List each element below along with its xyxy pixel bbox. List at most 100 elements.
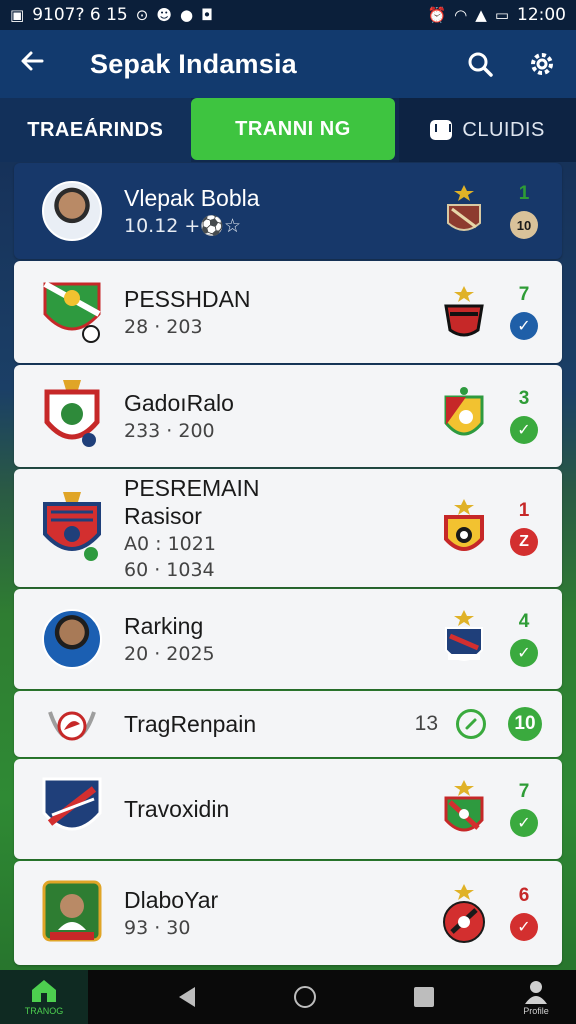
row-sub: A0 : 1021 xyxy=(124,533,216,555)
crest-slot xyxy=(40,877,104,949)
rank-column: 3 ✓ xyxy=(504,388,544,444)
row-info: TragRenpain xyxy=(124,710,415,738)
check-badge[interactable]: ✓ xyxy=(510,312,538,340)
tab-bar: TRAEÁRINDS TRANNI NG CLUIDIS xyxy=(0,98,576,162)
opponent-crest xyxy=(440,183,488,239)
notification-icon: ▣ xyxy=(10,6,25,24)
rank-value: 6 xyxy=(518,885,530,906)
list-item[interactable]: PESSHDAN 28 · 203 7 ✓ xyxy=(14,261,562,363)
status-badge[interactable]: 10 xyxy=(510,211,538,239)
club-crest xyxy=(43,492,101,561)
sync-icon: ⊙ xyxy=(135,6,149,24)
row-name: PESREMAIN xyxy=(124,475,260,501)
game-icon: ☻ xyxy=(156,6,172,24)
home-tab[interactable]: TRANOG xyxy=(0,970,88,1024)
tab-training[interactable]: TRANNI NG xyxy=(190,98,396,160)
clubs-icon xyxy=(430,120,453,140)
row-sub: 93 · 30 xyxy=(124,917,191,939)
row-name: PESSHDAN xyxy=(124,286,251,312)
search-icon[interactable] xyxy=(464,48,496,80)
club-crest xyxy=(42,777,102,831)
alarm-icon: ⏰ xyxy=(427,6,447,24)
app-actions xyxy=(464,48,558,80)
rank-column: 1 10 xyxy=(504,183,544,239)
rank-value: 7 xyxy=(518,781,530,802)
profile-tab[interactable]: Profile xyxy=(522,978,550,1016)
row-sub: 28 · 203 xyxy=(124,316,203,338)
rank-value: 1 xyxy=(518,500,530,521)
pending-ring-icon[interactable] xyxy=(456,709,486,739)
player-avatar xyxy=(42,181,102,241)
check-badge[interactable]: ✓ xyxy=(510,809,538,837)
list-item[interactable]: TragRenpain 13 10 xyxy=(14,691,562,757)
status-right: ⏰ ◠ ▲ ▭ 12:00 xyxy=(427,5,566,25)
ball-icon: ● xyxy=(179,6,194,24)
row-name: Travoxidin xyxy=(124,796,230,822)
check-badge[interactable]: ✓ xyxy=(510,913,538,941)
list-item[interactable]: Travoxidin 7 ✓ xyxy=(14,759,562,859)
page-title: Sepak Indamsia xyxy=(90,48,297,79)
home-label: TRANOG xyxy=(24,1006,64,1016)
row-name: Vlepak Bobla xyxy=(124,185,260,211)
row-sub: 20 · 2025 xyxy=(124,643,215,665)
check-badge[interactable]: ✓ xyxy=(510,639,538,667)
tab-treatments[interactable]: TRAEÁRINDS xyxy=(0,98,191,162)
crest-slot xyxy=(40,696,104,752)
status-left-text: 9107? 6 15 xyxy=(32,5,128,25)
club-crest xyxy=(44,380,100,447)
club-crest xyxy=(42,880,102,942)
rank-value: 1 xyxy=(518,183,530,204)
recents-nav-button[interactable] xyxy=(404,977,444,1017)
status-bar: ▣ 9107? 6 15 ⊙ ☻ ● ◘ ⏰ ◠ ▲ ▭ 12:00 xyxy=(0,0,576,30)
count-badge[interactable]: 10 xyxy=(508,707,542,741)
opponent-crest xyxy=(440,884,488,943)
opponent-crest xyxy=(440,499,488,556)
crest-slot xyxy=(40,380,104,452)
check-badge[interactable]: ✓ xyxy=(510,416,538,444)
tab-clubs[interactable]: CLUIDIS xyxy=(399,98,576,162)
rank-column: 7 ✓ xyxy=(504,781,544,837)
row-sub: 10.12 +⚽☆ xyxy=(124,215,242,237)
home-nav-button[interactable] xyxy=(285,977,325,1017)
battery-icon: ▭ xyxy=(494,6,509,24)
row-info: Rarking 20 · 2025 xyxy=(124,612,440,666)
rank-column: 4 ✓ xyxy=(504,611,544,667)
row-info: Travoxidin xyxy=(124,795,440,823)
rank-value: 3 xyxy=(518,388,530,409)
bag-icon: ◘ xyxy=(201,6,213,24)
rank-column: 1 Z xyxy=(504,500,544,556)
profile-label: Profile xyxy=(523,1006,549,1016)
row-name: GadoıRalo xyxy=(124,390,234,416)
rank-column: 7 ✓ xyxy=(504,284,544,340)
list-item[interactable]: Rarking 20 · 2025 4 ✓ xyxy=(14,589,562,689)
pending-count: 13 xyxy=(414,712,438,735)
tab-clubs-label: CLUIDIS xyxy=(462,118,545,141)
list-item[interactable]: GadoıRalo 233 · 200 3 ✓ xyxy=(14,365,562,467)
home-icon xyxy=(32,980,56,1002)
back-triangle-icon xyxy=(178,987,195,1007)
crest-slot xyxy=(40,276,104,348)
alert-badge[interactable]: Z xyxy=(510,528,538,556)
status-left: ▣ 9107? 6 15 ⊙ ☻ ● ◘ xyxy=(10,5,213,25)
app-bar: Sepak Indamsia xyxy=(0,30,576,98)
opponent-crest xyxy=(440,387,488,444)
row-name: Rarking xyxy=(124,613,204,639)
row-name: DlaboYar xyxy=(124,887,219,913)
back-nav-button[interactable] xyxy=(167,977,207,1017)
training-list: Vlepak Bobla 10.12 +⚽☆ 1 10 PESSHDAN 28 … xyxy=(14,163,562,967)
club-crest xyxy=(48,711,96,741)
list-item[interactable]: Vlepak Bobla 10.12 +⚽☆ 1 10 xyxy=(14,163,562,259)
crest-slot xyxy=(40,492,104,564)
profile-icon xyxy=(525,981,547,1004)
list-item[interactable]: PESREMAIN Rasisor A0 : 1021 60 · 1034 1 … xyxy=(14,469,562,587)
crest-slot xyxy=(40,773,104,845)
gear-icon[interactable] xyxy=(526,48,558,80)
list-item[interactable]: DlaboYar 93 · 30 6 ✓ xyxy=(14,861,562,965)
club-crest xyxy=(43,281,101,343)
wifi-icon: ◠ xyxy=(454,6,468,24)
back-arrow-icon[interactable] xyxy=(18,47,58,81)
player-avatar xyxy=(42,609,102,669)
crest-slot xyxy=(40,603,104,675)
row-info: DlaboYar 93 · 30 xyxy=(124,886,440,940)
row-info: GadoıRalo 233 · 200 xyxy=(124,389,440,443)
